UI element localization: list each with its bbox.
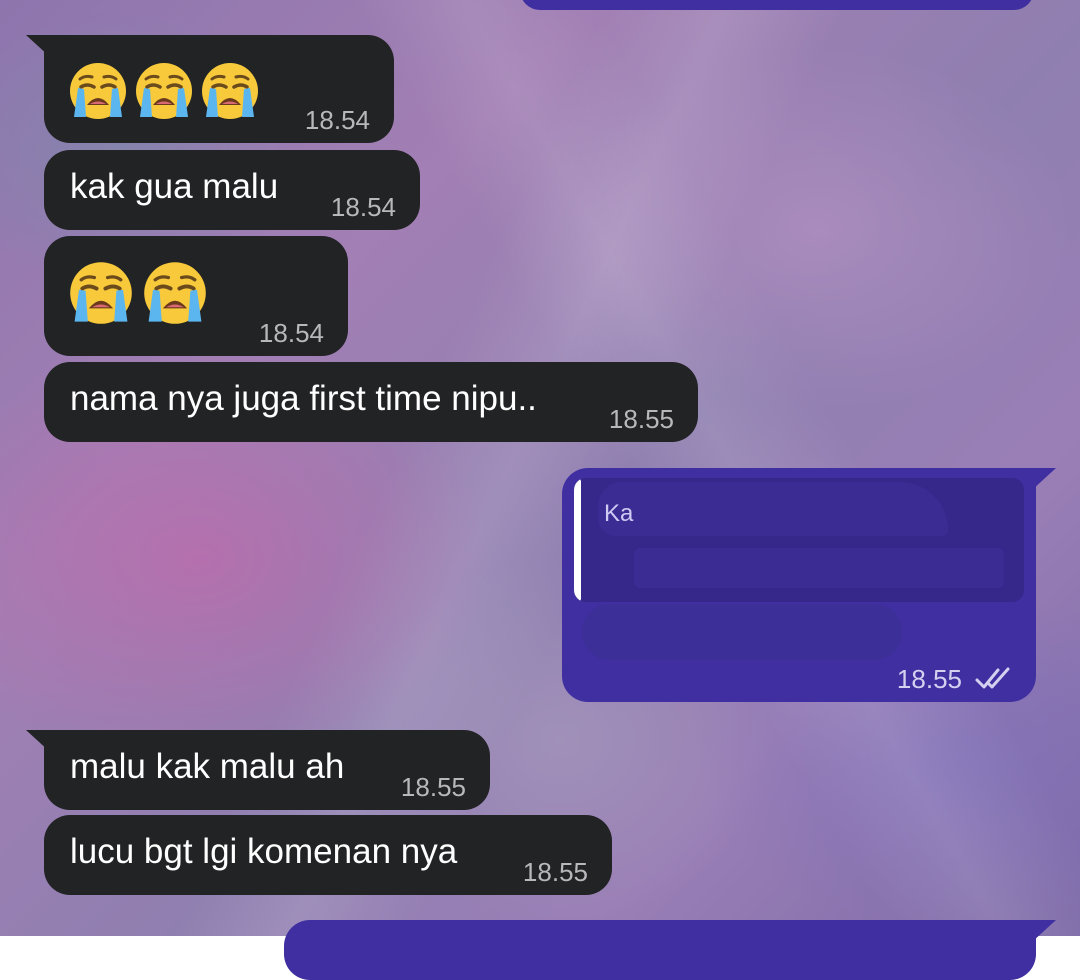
redaction-scribble [582,604,902,660]
message-bubble-incoming[interactable]: nama nya juga first time nipu.. 18.55 [44,362,698,442]
message-timestamp: 18.54 [330,192,396,222]
emoji-row [68,260,208,326]
double-check-icon [974,666,1014,692]
message-bubble-outgoing-partial[interactable] [284,920,1056,980]
message-text: kak gua malu [70,167,279,206]
message-bubble-incoming[interactable]: 18.54 [44,236,348,356]
reply-quote[interactable]: Ka [574,478,1024,602]
reply-author: Ka [604,500,634,527]
message-bubble-incoming[interactable]: 18.54 [26,35,394,143]
message-timestamp: 18.55 [896,664,962,694]
redaction-scribble [634,548,1004,588]
message-bubble-incoming[interactable]: kak gua malu 18.54 [44,150,420,230]
message-timestamp: 18.55 [608,404,674,434]
message-bubble-outgoing-partial[interactable] [520,0,1034,10]
loudly-crying-face-icon [200,61,260,121]
loudly-crying-face-icon [68,260,134,326]
loudly-crying-face-icon [68,61,128,121]
message-text: lucu bgt lgi komenan nya [70,832,458,871]
message-timestamp: 18.54 [304,105,370,135]
message-bubble-incoming[interactable]: malu kak malu ah 18.55 [26,730,490,810]
reply-quote-bar [574,478,581,602]
message-bubble-incoming[interactable]: lucu bgt lgi komenan nya 18.55 [44,815,612,895]
message-timestamp: 18.55 [522,857,588,887]
message-timestamp: 18.55 [400,772,466,802]
message-timestamp: 18.54 [258,318,324,348]
redaction-scribble [598,482,948,536]
loudly-crying-face-icon [142,260,208,326]
emoji-row [68,61,260,121]
message-bubble-outgoing[interactable]: Ka 18.55 [562,468,1056,702]
loudly-crying-face-icon [134,61,194,121]
message-text: nama nya juga first time nipu.. [70,379,537,418]
message-text: malu kak malu ah [70,747,345,786]
